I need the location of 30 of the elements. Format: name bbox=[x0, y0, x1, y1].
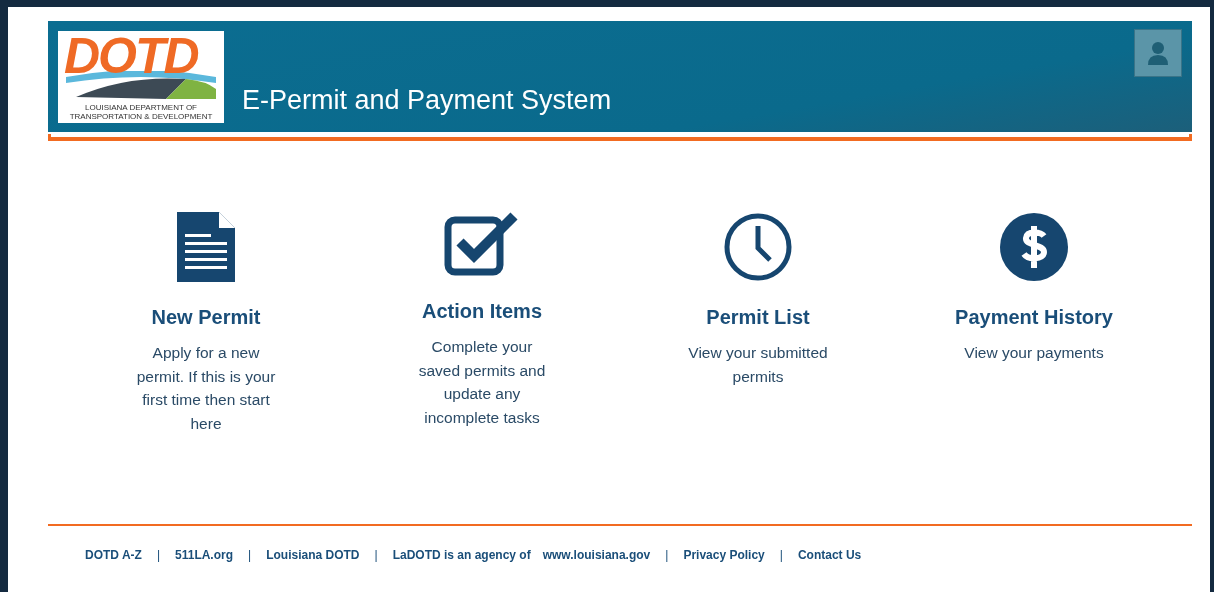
footer-link[interactable]: Privacy Policy bbox=[683, 548, 765, 562]
footer-link[interactable]: Contact Us bbox=[797, 548, 862, 562]
logo-subtitle: LOUISIANA DEPARTMENT OF bbox=[85, 102, 197, 112]
card-title-link[interactable]: Payment History bbox=[955, 306, 1113, 329]
card-title-link[interactable]: Action Items bbox=[422, 300, 542, 323]
clock-icon bbox=[723, 212, 793, 282]
checkbox-icon bbox=[444, 212, 520, 276]
card-description: Complete your saved permits and update any incomplete tasks bbox=[417, 337, 547, 428]
card-description: View your submitted permits bbox=[687, 343, 829, 387]
user-icon bbox=[1146, 41, 1170, 65]
dollar-icon bbox=[999, 212, 1069, 282]
footer-separator: | bbox=[665, 548, 669, 562]
footer-text: LaDOTD is an agency of bbox=[392, 548, 531, 562]
card-description: View your payments bbox=[963, 343, 1105, 363]
card-description: Apply for a new permit. If this is your first time then start here bbox=[135, 343, 277, 434]
document-icon bbox=[177, 212, 235, 282]
footer-separator: | bbox=[156, 548, 160, 562]
app-title: E-Permit and Payment System bbox=[242, 85, 612, 116]
card-title-link[interactable]: New Permit bbox=[151, 306, 261, 329]
card-title-link[interactable]: Permit List bbox=[706, 306, 810, 329]
user-avatar-button[interactable] bbox=[1134, 29, 1182, 77]
footer-link[interactable]: 511LA.org bbox=[175, 548, 234, 562]
footer-separator: | bbox=[779, 548, 783, 562]
logo-subtitle: TRANSPORTATION & DEVELOPMENT bbox=[69, 111, 213, 121]
footer-separator: | bbox=[374, 548, 378, 562]
footer-link[interactable]: Louisiana DOTD bbox=[266, 548, 360, 562]
logo-wordmark: DOTD bbox=[64, 26, 198, 85]
footer-separator: | bbox=[248, 548, 252, 562]
footer-link[interactable]: www.louisiana.gov bbox=[542, 548, 651, 562]
footer-link[interactable]: DOTD A-Z bbox=[85, 548, 142, 562]
